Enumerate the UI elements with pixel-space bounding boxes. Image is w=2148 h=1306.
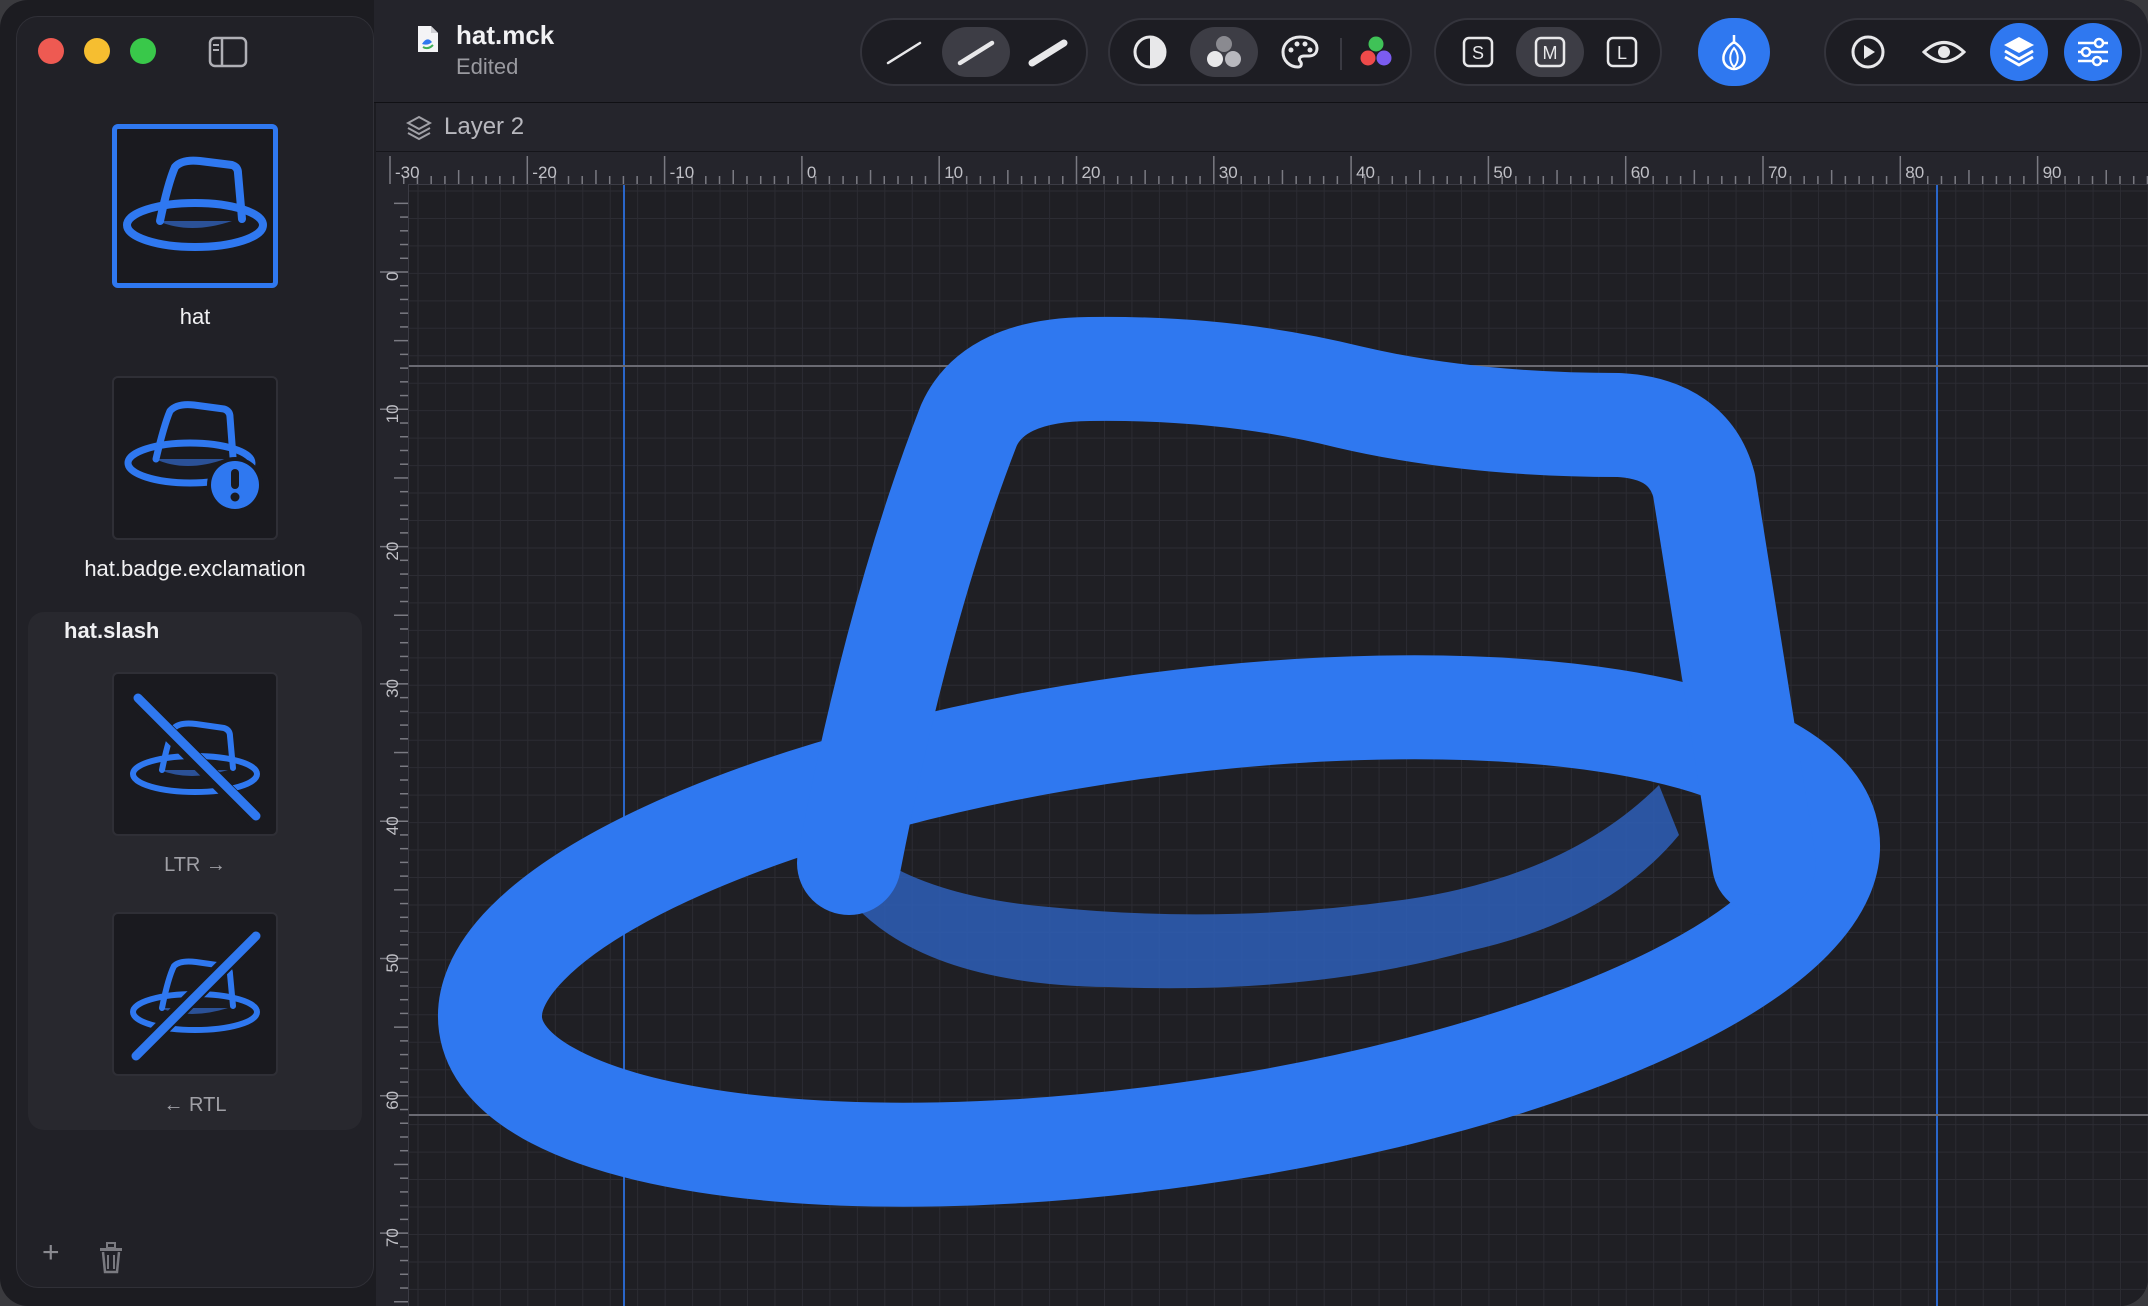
horizontal-ruler: -30 -20 -10 0 10 20 30 40 50 60 70 80 90 [376,152,2148,185]
stroke-weight-group [860,18,1088,86]
ruler-label: -10 [670,163,695,182]
preview-eye-icon[interactable] [1910,27,1978,77]
ruler-label: 30 [383,679,402,698]
document-title: hat.mck [456,20,555,50]
ruler-label: 50 [383,954,402,973]
palette-icon[interactable] [1266,27,1334,77]
document-icon [416,24,440,59]
hat-badge-exclamation-icon [124,401,263,513]
bold-stroke-icon[interactable] [1014,27,1082,77]
hierarchical-icon[interactable] [1190,27,1258,77]
ruler-label: 90 [2043,163,2062,182]
ruler-label: -20 [532,163,557,182]
size-large-button[interactable]: L [1588,27,1656,77]
ruler-label: -30 [395,163,420,182]
view-actions-group [1824,18,2142,86]
ruler-label: 20 [383,542,402,561]
ruler-label: 0 [807,163,816,182]
app-window: hat hat.badge.exclamation hat.slash LTR … [0,0,2148,1306]
ruler-label: 10 [944,163,963,182]
symbol-thumbnail-hat-slash-ltr[interactable] [112,672,278,836]
ruler-label: 50 [1493,163,1512,182]
hat-slash-rtl-icon [126,931,261,1064]
ruler-label: 80 [1905,163,1924,182]
ruler-label: 40 [1356,163,1375,182]
add-symbol-button[interactable]: + [42,1236,60,1270]
ruler-label: 40 [383,816,402,835]
size-large-label: L [1617,43,1627,63]
size-medium-button[interactable]: M [1516,27,1584,77]
group-title: hat.slash [64,618,160,643]
regular-stroke-icon[interactable] [942,27,1010,77]
symbol-canvas[interactable] [409,185,2148,1306]
ruler-label: 60 [1631,163,1650,182]
symbol-size-group: S M L [1434,18,1662,86]
rendering-mode-group [1108,18,1412,86]
hat-icon [123,156,267,251]
ruler-label: 70 [383,1228,402,1247]
monochrome-icon[interactable] [1116,27,1184,77]
symbol-thumbnail-hat-slash-rtl[interactable] [112,912,278,1076]
document-status: Edited [456,54,519,79]
ruler-label: 70 [1768,163,1787,182]
zoom-window-button[interactable] [130,38,156,64]
size-small-button[interactable]: S [1444,27,1512,77]
layer-stack-icon [405,115,433,146]
vertical-ruler: 0 10 20 30 40 50 60 70 [376,184,409,1306]
play-icon[interactable] [1834,27,1902,77]
layer-bar: Layer 2 [376,103,2148,152]
variant-label-ltr: LTR → [164,854,226,876]
toolbar: hat.mck Edited S M L [374,0,2148,103]
layer-name[interactable]: Layer 2 [444,113,524,141]
symbol-label-hat: hat [179,304,211,329]
minimize-window-button[interactable] [84,38,110,64]
multicolor-icon[interactable] [1342,27,1410,77]
size-small-label: S [1472,43,1484,63]
trash-icon[interactable] [98,1242,124,1282]
variable-icon[interactable] [1698,18,1770,86]
size-medium-label: M [1543,43,1558,63]
ruler-label: 0 [383,272,402,281]
inspector-icon[interactable] [2064,23,2122,81]
variant-label-rtl: ← RTL [163,1094,227,1116]
hat-slash-ltr-icon [130,693,266,824]
ruler-label: 20 [1082,163,1101,182]
symbol-thumbnail-hat[interactable] [112,124,278,288]
symbol-thumbnail-hat-badge-exclamation[interactable] [112,376,278,540]
thin-stroke-icon[interactable] [870,27,938,77]
symbol-label-hat-badge-exclamation: hat.badge.exclamation [84,556,306,581]
ruler-label: 60 [383,1091,402,1110]
layers-icon[interactable] [1990,23,2048,81]
ruler-label: 10 [383,404,402,423]
sidebar-toggle-icon[interactable] [208,36,248,73]
ruler-label: 30 [1219,163,1238,182]
close-window-button[interactable] [38,38,64,64]
